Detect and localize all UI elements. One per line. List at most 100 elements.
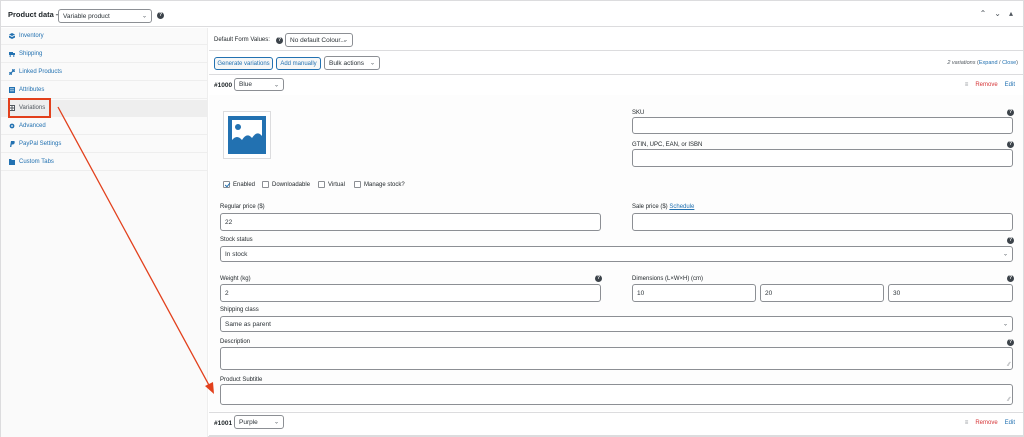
- link-icon: [9, 69, 15, 75]
- schedule-link[interactable]: Schedule: [669, 204, 694, 210]
- sidebar-item-label: Inventory: [19, 33, 44, 39]
- help-icon[interactable]: ?: [1007, 275, 1014, 282]
- description-textarea[interactable]: ∕∕: [220, 347, 1013, 370]
- gtin-input[interactable]: [632, 149, 1013, 167]
- variation-attribute-select[interactable]: Blue ⌄: [234, 78, 284, 91]
- regular-price-input[interactable]: 22: [220, 213, 601, 231]
- add-manually-button[interactable]: Add manually: [276, 57, 321, 70]
- weight-input[interactable]: 2: [220, 284, 601, 302]
- sidebar-item-custom-tabs[interactable]: Custom Tabs: [1, 154, 208, 171]
- chevron-up-icon[interactable]: ⌃: [980, 9, 987, 18]
- variation-image-upload[interactable]: [223, 111, 271, 159]
- panel-header-controls: ⌃ ⌄ ▴: [980, 9, 1013, 18]
- gtin-label: GTIN, UPC, EAN, or ISBN: [632, 142, 703, 148]
- chevron-down-icon: ⌄: [1002, 251, 1008, 258]
- bulk-actions-select[interactable]: Bulk actions ⌄: [324, 56, 380, 70]
- stock-status-value: In stock: [225, 250, 248, 258]
- virtual-label: Virtual: [328, 181, 345, 188]
- default-form-values-label: Default Form Values:: [214, 37, 270, 43]
- sidebar-item-advanced[interactable]: Advanced: [1, 118, 208, 135]
- variation-id: #1001: [214, 420, 233, 427]
- variations-count: 2 variations (Expand / Close): [947, 60, 1018, 66]
- expand-link[interactable]: Expand: [979, 60, 998, 66]
- enabled-label: Enabled: [233, 181, 256, 188]
- help-icon[interactable]: ?: [1007, 237, 1014, 244]
- variation-header[interactable]: #1000 Blue ⌄ ≡ Remove Edit: [209, 75, 1023, 95]
- manage-stock-checkbox[interactable]: Manage stock?: [354, 181, 405, 188]
- length-input[interactable]: 10: [632, 284, 756, 302]
- product-type-value: Variable product: [63, 12, 110, 20]
- resize-handle-icon[interactable]: ∕∕: [1008, 362, 1010, 368]
- checkbox-checked: [223, 181, 230, 188]
- help-icon[interactable]: ?: [1007, 109, 1014, 116]
- remove-variation-link[interactable]: Remove: [975, 420, 997, 426]
- resize-handle-icon[interactable]: ∕∕: [1008, 397, 1010, 403]
- edit-variation-link[interactable]: Edit: [1005, 420, 1015, 426]
- width-input[interactable]: 20: [760, 284, 884, 302]
- list-icon: [9, 87, 15, 93]
- sidebar-item-attributes[interactable]: Attributes: [1, 82, 208, 99]
- height-input[interactable]: 30: [888, 284, 1013, 302]
- help-icon[interactable]: ?: [595, 275, 602, 282]
- divider: [209, 50, 1023, 51]
- enabled-checkbox[interactable]: Enabled: [223, 181, 255, 188]
- virtual-checkbox[interactable]: Virtual: [318, 181, 345, 188]
- sidebar-item-linked-products[interactable]: Linked Products: [1, 64, 208, 81]
- variation-actions: ≡ Remove Edit: [965, 82, 1015, 88]
- product-type-select[interactable]: Variable product ⌄: [58, 9, 152, 23]
- help-icon[interactable]: ?: [276, 37, 283, 44]
- sidebar-item-shipping[interactable]: Shipping: [1, 46, 208, 63]
- stock-status-label: Stock status: [220, 237, 253, 243]
- chevron-down-icon: ⌄: [273, 419, 279, 426]
- shipping-class-label: Shipping class: [220, 307, 259, 313]
- sku-input[interactable]: [632, 117, 1013, 134]
- shipping-class-select[interactable]: Same as parent ⌄: [220, 316, 1013, 332]
- variations-count-text: 2 variations: [947, 60, 976, 66]
- default-colour-select[interactable]: No default Colour... ⌄: [285, 33, 353, 47]
- shipping-class-value: Same as parent: [225, 320, 271, 328]
- help-icon[interactable]: ?: [157, 12, 164, 19]
- edit-variation-link[interactable]: Edit: [1005, 82, 1015, 88]
- variation-attribute-select[interactable]: Purple ⌄: [234, 415, 284, 429]
- sidebar-item-label: PayPal Settings: [19, 141, 62, 147]
- sale-price-label-group: Sale price ($) Schedule: [632, 204, 694, 210]
- close-link[interactable]: Close: [1002, 60, 1016, 66]
- paypal-icon: [10, 141, 15, 147]
- truck-icon: [9, 52, 15, 57]
- drag-handle-icon[interactable]: ≡: [965, 420, 969, 426]
- variation-details: SKU ? GTIN, UPC, EAN, or ISBN ? Enabled …: [209, 95, 1023, 411]
- gear-icon: [9, 123, 15, 129]
- drag-handle-icon[interactable]: ≡: [965, 82, 969, 88]
- chevron-down-icon[interactable]: ⌄: [994, 9, 1001, 18]
- chevron-down-icon: ⌄: [369, 60, 375, 67]
- collapse-toggle-icon[interactable]: ▴: [1009, 9, 1013, 18]
- tabs-icon: [9, 159, 15, 165]
- bulk-actions-value: Bulk actions: [329, 59, 365, 67]
- sidebar-item-inventory[interactable]: Inventory: [1, 28, 208, 45]
- sale-price-input[interactable]: [632, 213, 1013, 231]
- remove-variation-link[interactable]: Remove: [975, 82, 997, 88]
- stock-status-select[interactable]: In stock ⌄: [220, 246, 1013, 262]
- generate-variations-button[interactable]: Generate variations: [214, 57, 273, 70]
- weight-label: Weight (kg): [220, 276, 251, 282]
- variation-header[interactable]: #1001 Purple ⌄ ≡ Remove Edit: [209, 413, 1023, 433]
- manage-stock-label: Manage stock?: [364, 181, 405, 188]
- default-colour-value: No default Colour...: [290, 36, 346, 44]
- panel-header: Product data — Variable product ⌄ ? ⌃ ⌄ …: [1, 1, 1023, 27]
- help-icon[interactable]: ?: [1007, 141, 1014, 148]
- product-subtitle-textarea[interactable]: ∕∕: [220, 384, 1013, 405]
- chevron-down-icon: ⌄: [1002, 321, 1008, 328]
- divider: [209, 435, 1023, 436]
- dimensions-label: Dimensions (L×W×H) (cm): [632, 276, 704, 282]
- sidebar-item-paypal-settings[interactable]: PayPal Settings: [1, 136, 208, 153]
- chevron-down-icon: ⌄: [342, 37, 348, 44]
- image-placeholder-icon: [228, 116, 266, 154]
- sidebar-item-label: Custom Tabs: [19, 159, 54, 165]
- help-icon[interactable]: ?: [1007, 339, 1014, 346]
- sku-label: SKU: [632, 110, 645, 116]
- product-subtitle-label: Product Subtitle: [220, 377, 263, 383]
- sidebar-item-label: Linked Products: [19, 69, 63, 75]
- regular-price-label: Regular price ($): [220, 204, 265, 210]
- downloadable-checkbox[interactable]: Downloadable: [262, 181, 310, 188]
- sidebar-item-label: Attributes: [19, 87, 45, 93]
